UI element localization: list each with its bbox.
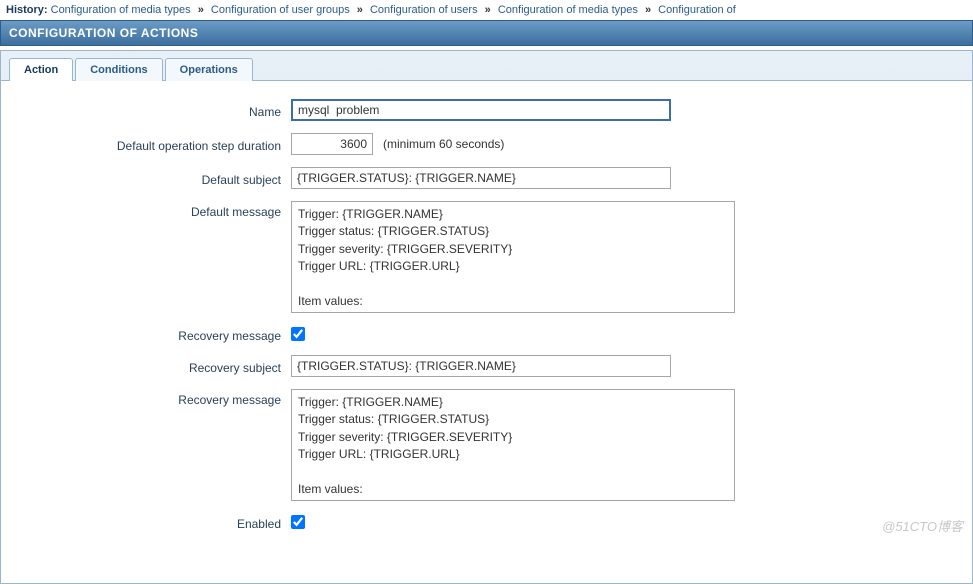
- recovery-subject-label: Recovery subject: [21, 357, 291, 375]
- enabled-label: Enabled: [21, 513, 291, 531]
- page-title-text: CONFIGURATION OF ACTIONS: [9, 26, 198, 40]
- tab-body-action: Name Default operation step duration (mi…: [1, 80, 972, 583]
- name-label: Name: [21, 101, 291, 119]
- main-panel: Action Conditions Operations Name Defaul…: [0, 50, 973, 584]
- history-link[interactable]: Configuration of media types: [51, 4, 191, 16]
- breadcrumb-separator: »: [645, 4, 651, 16]
- recovery-message-textarea[interactable]: [291, 389, 735, 501]
- breadcrumb-separator: »: [357, 4, 363, 16]
- name-input[interactable]: [291, 99, 671, 121]
- recovery-message-label: Recovery message: [21, 389, 291, 407]
- history-label: History:: [6, 4, 48, 16]
- tab-conditions[interactable]: Conditions: [75, 58, 162, 81]
- default-message-label: Default message: [21, 201, 291, 219]
- history-link[interactable]: Configuration of media types: [498, 4, 638, 16]
- history-link[interactable]: Configuration of user groups: [211, 4, 350, 16]
- breadcrumb-separator: »: [485, 4, 491, 16]
- history-link[interactable]: Configuration of users: [370, 4, 478, 16]
- tab-operations[interactable]: Operations: [165, 58, 253, 81]
- history-link[interactable]: Configuration of: [658, 4, 736, 16]
- enabled-checkbox[interactable]: [291, 515, 305, 529]
- duration-label: Default operation step duration: [21, 135, 291, 153]
- default-subject-label: Default subject: [21, 169, 291, 187]
- page-title: CONFIGURATION OF ACTIONS: [0, 20, 973, 46]
- recovery-message-checkbox[interactable]: [291, 327, 305, 341]
- duration-hint: (minimum 60 seconds): [383, 137, 504, 151]
- duration-input[interactable]: [291, 133, 373, 155]
- tab-action[interactable]: Action: [9, 58, 73, 81]
- default-subject-input[interactable]: [291, 167, 671, 189]
- breadcrumb-separator: »: [198, 4, 204, 16]
- history-breadcrumb: History: Configuration of media types » …: [0, 0, 973, 20]
- tabstrip: Action Conditions Operations: [1, 51, 972, 80]
- default-message-textarea[interactable]: [291, 201, 735, 313]
- recovery-checkbox-label: Recovery message: [21, 325, 291, 343]
- recovery-subject-input[interactable]: [291, 355, 671, 377]
